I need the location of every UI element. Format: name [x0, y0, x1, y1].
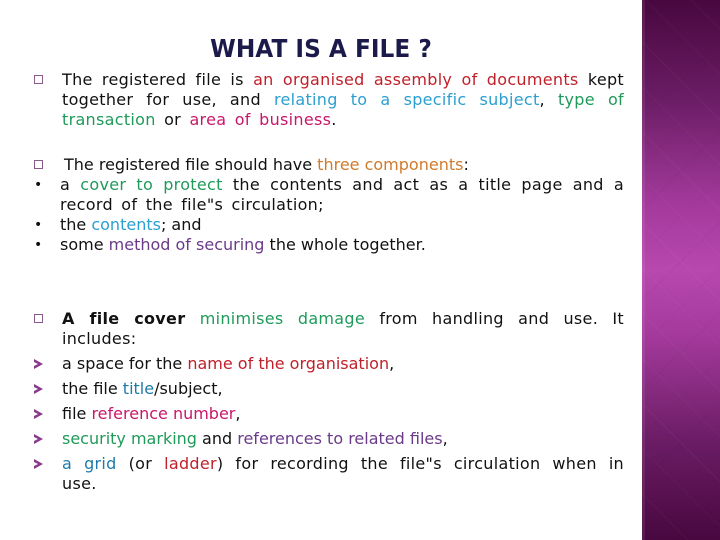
text-segment: , — [539, 90, 558, 109]
highlight-method-of-securing: method of securing — [108, 235, 265, 254]
text-segment: ; and — [160, 215, 202, 234]
text-segment: file — [62, 404, 92, 423]
highlight-area-of-business: area of business — [189, 110, 332, 129]
square-bullet-icon — [34, 160, 43, 169]
highlight-references-to-related-files: references to related files — [237, 429, 443, 448]
arrow-bullet-icon — [34, 384, 43, 394]
text-segment: The registered file should have — [64, 155, 318, 174]
square-bullet-icon — [34, 75, 43, 84]
highlight-contents: contents — [91, 215, 161, 234]
text-segment: , — [235, 404, 241, 423]
text-segment: or — [155, 110, 190, 129]
square-bullet-icon — [34, 314, 43, 323]
slide-title: WHAT IS A FILE ? — [210, 34, 432, 63]
highlight-three-components: three components — [317, 155, 464, 174]
dot-bullet-icon: • — [34, 237, 43, 253]
text-segment: a — [60, 175, 81, 194]
highlight-ladder: ladder — [164, 454, 217, 473]
text-segment: The registered file is — [62, 70, 254, 89]
text-segment: and — [196, 429, 238, 448]
highlight-name-of-organisation: name of the organisation — [187, 354, 390, 373]
highlight-reference-number: reference number — [91, 404, 236, 423]
dot-bullet-icon: • — [34, 177, 43, 193]
list-item: file reference number, — [34, 404, 624, 424]
list-item: a grid (or ladder) for recording the fil… — [34, 454, 624, 494]
highlight-security-marking: security marking — [62, 429, 197, 448]
paragraph-file-cover: A file cover minimises damage from handl… — [34, 309, 624, 494]
decorative-side-panel — [642, 0, 720, 540]
text-file-cover: A file cover — [62, 309, 186, 328]
text-segment: . — [331, 110, 337, 129]
dot-bullet-icon: • — [34, 217, 43, 233]
highlight-title: title — [122, 379, 155, 398]
highlight-minimises-damage: minimises damage — [185, 309, 366, 328]
text-segment: the — [60, 215, 92, 234]
text-segment: /subject, — [154, 379, 223, 398]
text-segment: , — [442, 429, 448, 448]
arrow-bullet-icon — [34, 459, 43, 469]
paragraph-components: The registered file should have three co… — [34, 155, 624, 255]
list-item: the file title/subject, — [34, 379, 624, 399]
highlight-specific-subject: relating to a specific subject — [273, 90, 540, 109]
text-segment: (or — [116, 454, 165, 473]
text-segment: : — [463, 155, 469, 174]
list-item: • some method of securing the whole toge… — [34, 235, 624, 255]
text-segment: the file — [62, 379, 123, 398]
list-item: a space for the name of the organisation… — [34, 354, 624, 374]
paragraph-definition: The registered file is an organised asse… — [34, 70, 624, 130]
text-segment: , — [389, 354, 395, 373]
highlight-a-grid: a grid — [62, 454, 117, 473]
text-segment: some — [60, 235, 109, 254]
paragraph-intro: A file cover minimises damage from handl… — [34, 309, 624, 349]
arrow-bullet-icon — [34, 359, 43, 369]
text-segment: a space for the — [62, 354, 188, 373]
arrow-bullet-icon — [34, 434, 43, 444]
list-item: • the contents; and — [34, 215, 624, 235]
text-segment: the whole together. — [264, 235, 426, 254]
highlight-cover-to-protect: cover to protect — [80, 175, 223, 194]
list-item: • a cover to protect the contents and ac… — [34, 175, 624, 215]
side-panel-edge — [642, 0, 645, 540]
list-item: security marking and references to relat… — [34, 429, 624, 449]
highlight-organised-assembly: an organised assembly of documents — [253, 70, 579, 89]
arrow-bullet-icon — [34, 409, 43, 419]
